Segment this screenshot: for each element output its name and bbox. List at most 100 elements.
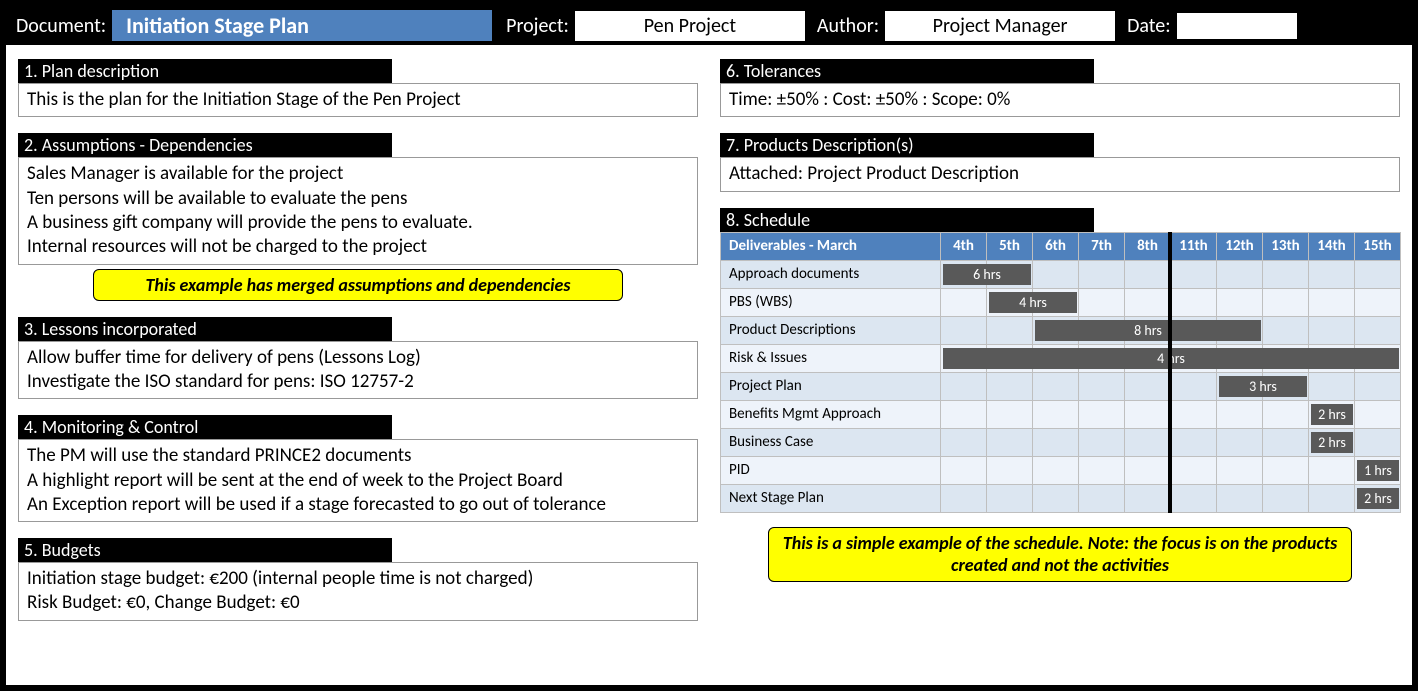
schedule-cell [1033, 456, 1079, 484]
left-column: 1. Plan description This is the plan for… [18, 59, 698, 621]
schedule-row: Business Case2 hrs [721, 428, 1401, 456]
schedule-cell [1355, 288, 1401, 316]
author-value: Project Manager [885, 11, 1115, 41]
section-assumptions: 2. Assumptions - Dependencies Sales Mana… [18, 133, 698, 300]
gantt-bar: 4 hrs [989, 292, 1077, 313]
author-label: Author: [817, 14, 879, 38]
section-body: Time: ±50% : Cost: ±50% : Scope: 0% [720, 83, 1400, 117]
schedule-cell [1079, 428, 1125, 456]
document-label: Document: [16, 14, 106, 38]
schedule-header-day: 13th [1263, 232, 1309, 260]
schedule-header-day: 7th [1079, 232, 1125, 260]
schedule-cell [1033, 372, 1079, 400]
line: Investigate the ISO standard for pens: I… [27, 370, 689, 394]
schedule-cell [1079, 260, 1125, 288]
schedule-row-name: Product Descriptions [721, 316, 941, 344]
schedule-cell [987, 456, 1033, 484]
schedule-row: Risk & Issues4 hrs [721, 344, 1401, 372]
schedule-cell [987, 428, 1033, 456]
schedule-cell [1079, 288, 1125, 316]
schedule-row-name: PID [721, 456, 941, 484]
schedule-cell: 8 hrs [1033, 316, 1079, 344]
schedule-header-day: 12th [1217, 232, 1263, 260]
schedule-cell: 6 hrs [941, 260, 987, 288]
schedule-row-name: Approach documents [721, 260, 941, 288]
section-heading: 5. Budgets [18, 538, 392, 562]
schedule-row: Approach documents6 hrs [721, 260, 1401, 288]
schedule-cell [1217, 484, 1263, 512]
schedule-cell [1217, 428, 1263, 456]
section-lessons: 3. Lessons incorporated Allow buffer tim… [18, 317, 698, 400]
schedule-cell [1263, 288, 1309, 316]
schedule-cell [1125, 400, 1171, 428]
schedule-cell [941, 316, 987, 344]
schedule-row-name: Next Stage Plan [721, 484, 941, 512]
schedule-cell [987, 484, 1033, 512]
schedule-cell [1171, 456, 1217, 484]
schedule-cell [1033, 484, 1079, 512]
schedule-cell [1217, 288, 1263, 316]
schedule-header-day: 11th [1171, 232, 1217, 260]
schedule-cell [1263, 400, 1309, 428]
schedule-cell [1125, 484, 1171, 512]
callout-note: This example has merged assumptions and … [93, 269, 623, 301]
schedule-cell: 2 hrs [1309, 400, 1355, 428]
schedule-header-day: 6th [1033, 232, 1079, 260]
schedule-cell [1171, 484, 1217, 512]
schedule-cell: 1 hrs [1355, 456, 1401, 484]
section-monitoring: 4. Monitoring & Control The PM will use … [18, 415, 698, 522]
section-budgets: 5. Budgets Initiation stage budget: €200… [18, 538, 698, 621]
schedule-cell [941, 456, 987, 484]
callout-note: This is a simple example of the schedule… [768, 527, 1353, 582]
date-value [1177, 13, 1297, 39]
line: Sales Manager is available for the proje… [27, 162, 689, 186]
gantt-bar: 2 hrs [1357, 488, 1399, 509]
schedule-cell [1171, 428, 1217, 456]
section-body: This is the plan for the Initiation Stag… [18, 83, 698, 117]
schedule-cell [987, 372, 1033, 400]
section-heading: 6. Tolerances [720, 59, 1094, 83]
schedule-cell [941, 288, 987, 316]
schedule-cell [1263, 428, 1309, 456]
schedule-cell [1171, 400, 1217, 428]
schedule-row: Next Stage Plan 2 hrs [721, 484, 1401, 512]
header-bar: Document: Initiation Stage Plan Project:… [6, 6, 1412, 45]
line: The PM will use the standard PRINCE2 doc… [27, 444, 689, 468]
schedule-cell [1217, 260, 1263, 288]
schedule-cell [1355, 372, 1401, 400]
schedule-cell [1355, 260, 1401, 288]
section-body: Sales Manager is available for the proje… [18, 157, 698, 264]
section-heading: 1. Plan description [18, 59, 392, 83]
schedule-cell [1263, 316, 1309, 344]
section-heading: 3. Lessons incorporated [18, 317, 392, 341]
schedule-header-day: 5th [987, 232, 1033, 260]
schedule-cell [941, 428, 987, 456]
section-tolerances: 6. Tolerances Time: ±50% : Cost: ±50% : … [720, 59, 1400, 117]
section-body: Initiation stage budget: €200 (internal … [18, 562, 698, 621]
today-marker-line [1168, 232, 1172, 513]
schedule-cell [1355, 428, 1401, 456]
section-body: Allow buffer time for delivery of pens (… [18, 341, 698, 400]
schedule-cell [941, 372, 987, 400]
schedule-cell [1079, 400, 1125, 428]
schedule-cell: 4 hrs [941, 344, 987, 372]
section-products: 7. Products Description(s) Attached: Pro… [720, 133, 1400, 191]
line: Risk Budget: €0, Change Budget: €0 [27, 591, 689, 615]
schedule-cell [1125, 288, 1171, 316]
schedule-row: Benefits Mgmt Approach2 hrs [721, 400, 1401, 428]
document-page: Document: Initiation Stage Plan Project:… [0, 0, 1418, 691]
schedule-row-name: PBS (WBS) [721, 288, 941, 316]
schedule-cell [1079, 484, 1125, 512]
schedule-row: Product Descriptions 8 hrs [721, 316, 1401, 344]
schedule-cell [987, 400, 1033, 428]
date-label: Date: [1127, 14, 1171, 38]
schedule-header-day: 8th [1125, 232, 1171, 260]
section-schedule: 8. Schedule Deliverables - March4th5th6t… [720, 208, 1400, 582]
schedule-cell [1309, 316, 1355, 344]
schedule-cell [1171, 260, 1217, 288]
section-heading: 8. Schedule [720, 208, 1094, 232]
schedule-cell [1125, 372, 1171, 400]
section-body: Attached: Project Product Description [720, 157, 1400, 191]
gantt-bar: 2 hrs [1311, 432, 1353, 453]
gantt-bar: 3 hrs [1219, 376, 1307, 397]
